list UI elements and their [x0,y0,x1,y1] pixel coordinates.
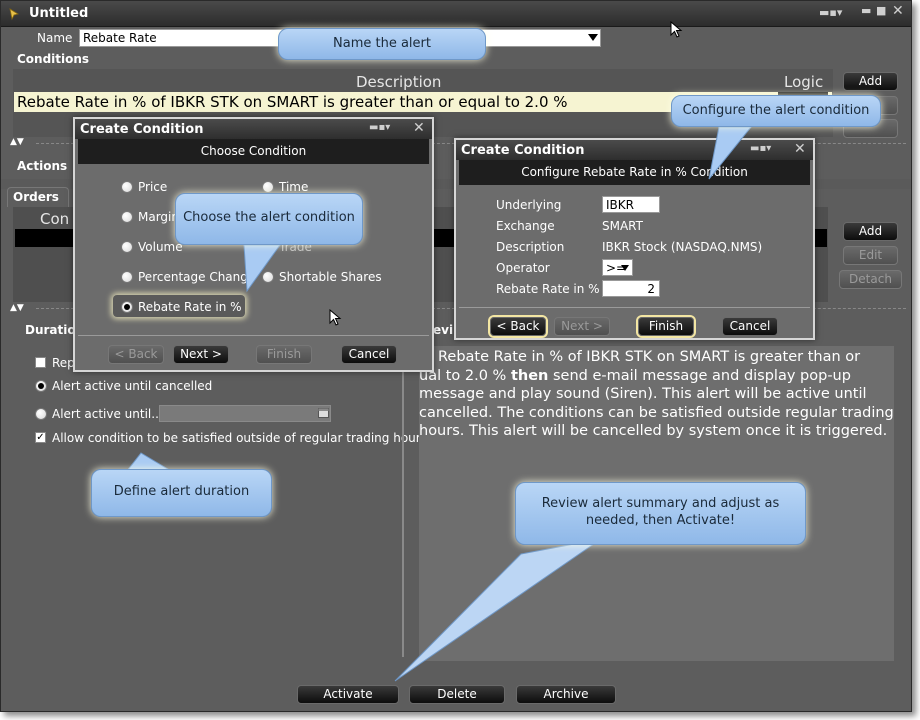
name-alert-callout: Name the alert [278,28,486,60]
review-callout-pointer [394,538,602,682]
configure-condition-callout: Configure the alert condition [671,95,881,127]
configure-callout-pointer [708,126,753,180]
choose-condition-callout: Choose the alert condition [175,193,363,245]
alert-window: Untitled ▬▪▾ ▬ ■ ✕ Name Rebate Rate Cond… [0,0,912,712]
duration-callout: Define alert duration [91,469,272,517]
review-callout-line-1: Review alert summary and adjust as [541,496,780,511]
review-callout-line-2: needed, then Activate! [585,513,736,528]
review-callout: Review alert summary and adjust as neede… [515,482,806,545]
choose-callout-pointer [243,244,281,293]
